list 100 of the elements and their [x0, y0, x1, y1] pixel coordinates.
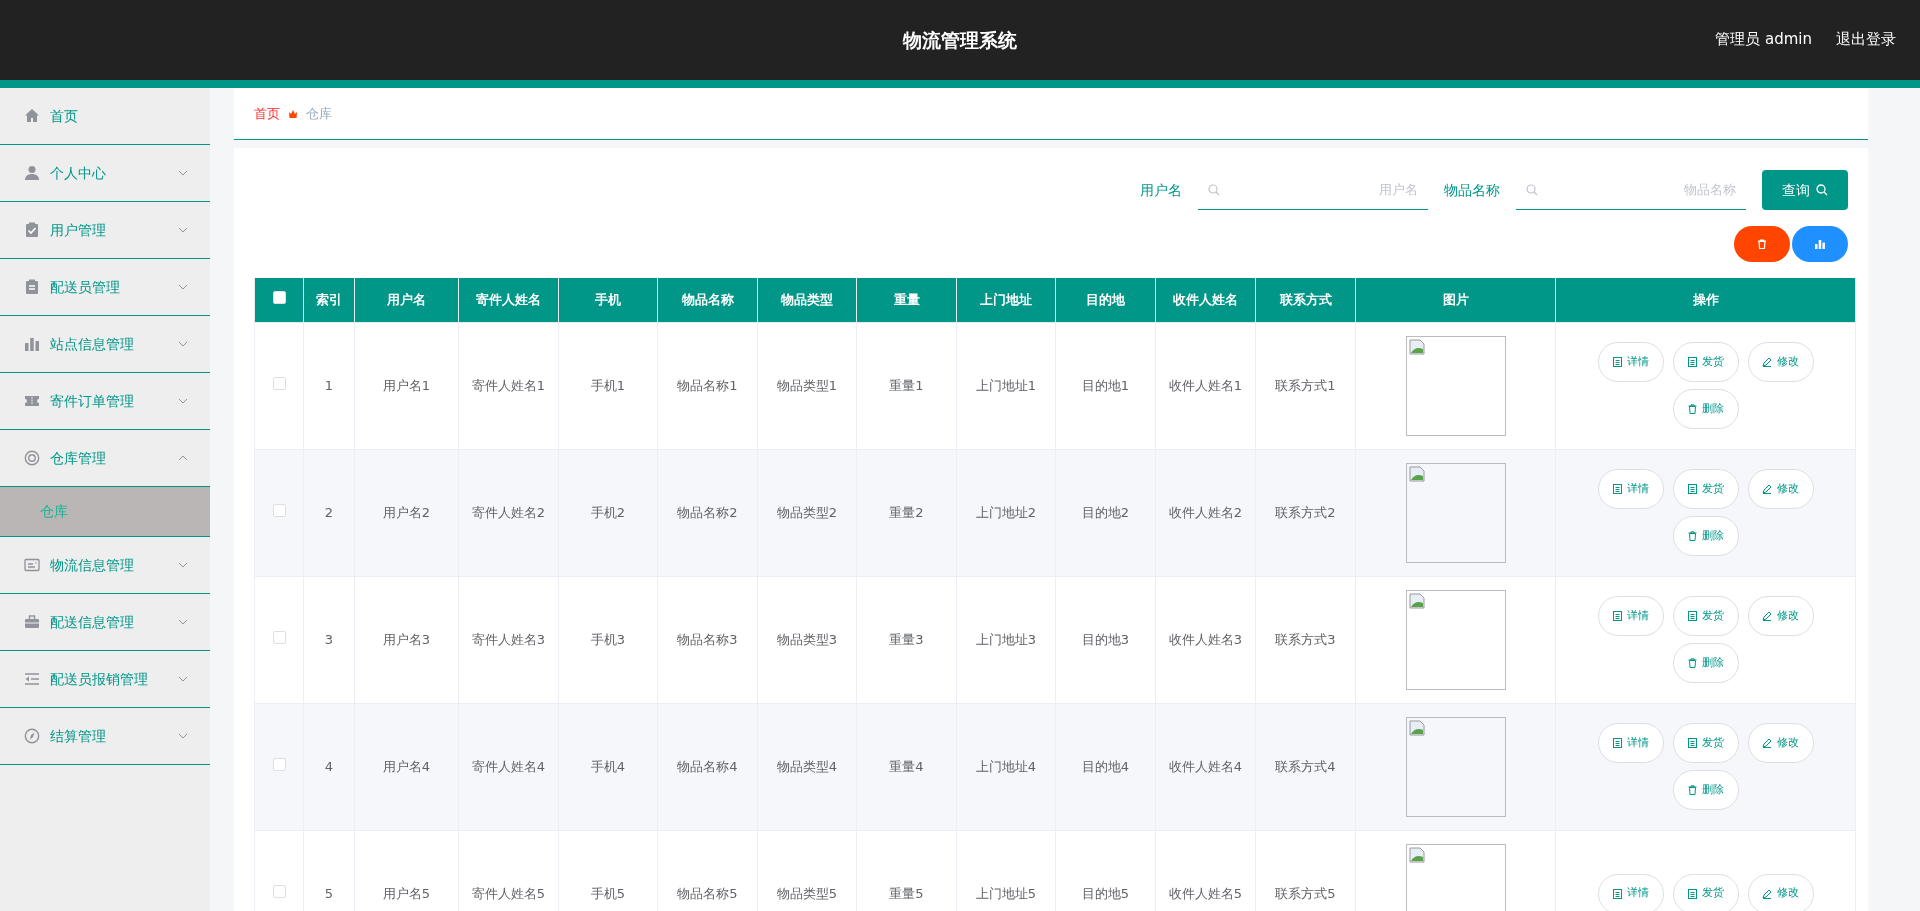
action-button[interactable]: 删除	[1672, 516, 1739, 556]
broken-image-icon	[1408, 846, 1425, 863]
table-cell: 收件人姓名1	[1168, 377, 1243, 393]
table-cell: 重量5	[889, 885, 924, 901]
table-cell: 寄件人姓名4	[471, 758, 546, 774]
trash-icon	[1757, 239, 1767, 249]
table-cell: 用户名5	[382, 885, 431, 901]
table-cell: 寄件人姓名2	[471, 504, 546, 520]
pencil-icon	[1762, 357, 1772, 367]
table-cell: 重量4	[889, 758, 924, 774]
search-field[interactable]: 物品名称	[1516, 170, 1746, 210]
breadcrumb-current: 仓库	[306, 104, 332, 123]
table-cell: 目的地1	[1081, 377, 1130, 393]
row-checkbox[interactable]	[272, 503, 286, 517]
action-button[interactable]: 修改	[1747, 596, 1814, 636]
row-checkbox[interactable]	[272, 884, 286, 898]
sidebar-item[interactable]: 结算管理	[0, 708, 210, 765]
table-cell: 目的地4	[1081, 758, 1130, 774]
action-button[interactable]: 发货	[1672, 342, 1739, 382]
sidebar-item[interactable]: 站点信息管理	[0, 316, 210, 373]
table-cell: 物品类型4	[776, 758, 838, 774]
indent-list-icon	[24, 671, 40, 687]
table-cell: 2	[324, 504, 334, 520]
home-icon	[24, 108, 40, 124]
trash-icon	[1687, 785, 1697, 795]
sidebar-item[interactable]: 配送员报销管理	[0, 651, 210, 708]
column-header: 物品名称	[681, 292, 734, 307]
table-cell: 物品类型5	[776, 885, 838, 901]
table-cell: 物品类型1	[776, 377, 838, 393]
action-button[interactable]: 详情	[1597, 723, 1664, 763]
column-header: 上门地址	[980, 292, 1032, 307]
table-cell: 3	[324, 631, 334, 647]
column-header: 寄件人姓名	[476, 292, 541, 307]
select-all-checkbox[interactable]	[272, 291, 286, 304]
table-cell: 用户名1	[382, 377, 431, 393]
table-cell: 收件人姓名5	[1168, 885, 1243, 901]
column-header: 目的地	[1086, 292, 1125, 307]
search-field[interactable]: 用户名	[1198, 170, 1428, 210]
table-cell: 目的地5	[1081, 885, 1130, 901]
document-icon	[1612, 611, 1622, 621]
table-cell: 1	[324, 377, 334, 393]
action-button[interactable]: 删除	[1672, 643, 1739, 683]
chevron-down-icon	[178, 733, 188, 739]
bar-chart-icon	[24, 336, 40, 352]
sidebar-item[interactable]: 个人中心	[0, 145, 210, 202]
chevron-down-icon	[178, 676, 188, 682]
table-cell: 寄件人姓名1	[471, 377, 546, 393]
sidebar-item[interactable]: 物流信息管理	[0, 537, 210, 594]
action-button[interactable]: 详情	[1597, 469, 1664, 509]
row-checkbox[interactable]	[272, 630, 286, 644]
action-button[interactable]: 发货	[1672, 723, 1739, 763]
chevron-down-icon	[178, 284, 188, 290]
sidebar-item[interactable]: 首页	[0, 88, 210, 145]
broken-image-icon	[1408, 465, 1425, 482]
logout-link[interactable]: 退出登录	[1836, 28, 1896, 51]
table-cell: 目的地2	[1081, 504, 1130, 520]
sidebar-item[interactable]: 配送信息管理	[0, 594, 210, 651]
row-checkbox[interactable]	[272, 757, 286, 771]
broken-image-icon	[1408, 719, 1425, 736]
card-icon	[24, 557, 40, 573]
table-cell: 5	[324, 885, 334, 901]
document-icon	[1687, 484, 1697, 494]
sidebar-item[interactable]: 配送员管理	[0, 259, 210, 316]
table-cell: 上门地址2	[975, 504, 1037, 520]
sidebar-item[interactable]: 用户管理	[0, 202, 210, 259]
table-cell: 物品名称4	[677, 758, 738, 774]
action-button[interactable]: 发货	[1672, 596, 1739, 636]
document-icon	[1687, 738, 1697, 748]
row-checkbox[interactable]	[272, 376, 286, 390]
search-icon	[1208, 184, 1220, 196]
pencil-icon	[1762, 888, 1772, 899]
action-button[interactable]: 删除	[1672, 770, 1739, 810]
column-header: 重量	[893, 292, 920, 307]
action-button[interactable]: 修改	[1747, 342, 1814, 382]
table-cell: 手机5	[590, 885, 626, 901]
table-cell: 寄件人姓名5	[471, 885, 546, 901]
action-button[interactable]: 详情	[1597, 873, 1664, 911]
breadcrumb-link[interactable]: 首页	[254, 103, 280, 124]
pencil-icon	[1762, 738, 1772, 748]
action-button[interactable]: 删除	[1672, 389, 1739, 429]
table-cell: 手机3	[590, 631, 626, 647]
sidebar-item[interactable]: 寄件订单管理	[0, 373, 210, 430]
column-header: 收件人姓名	[1173, 292, 1238, 307]
table-cell: 物品名称2	[677, 504, 738, 520]
pencil-icon	[1762, 484, 1772, 494]
table-cell: 手机2	[590, 504, 626, 520]
chart-button[interactable]	[1792, 226, 1848, 262]
action-button[interactable]: 修改	[1747, 469, 1814, 509]
action-button[interactable]: 修改	[1747, 873, 1814, 911]
action-button[interactable]: 详情	[1597, 342, 1664, 382]
table-cell: 联系方式2	[1275, 504, 1336, 520]
search-button[interactable]: 查询	[1762, 170, 1848, 210]
chevron-down-icon	[178, 619, 188, 625]
delete-button[interactable]	[1734, 226, 1790, 262]
action-button[interactable]: 发货	[1672, 873, 1739, 911]
action-button[interactable]: 发货	[1672, 469, 1739, 509]
table-cell: 联系方式1	[1275, 377, 1336, 393]
action-button[interactable]: 详情	[1597, 596, 1664, 636]
table-cell: 联系方式5	[1275, 885, 1336, 901]
action-button[interactable]: 修改	[1747, 723, 1814, 763]
